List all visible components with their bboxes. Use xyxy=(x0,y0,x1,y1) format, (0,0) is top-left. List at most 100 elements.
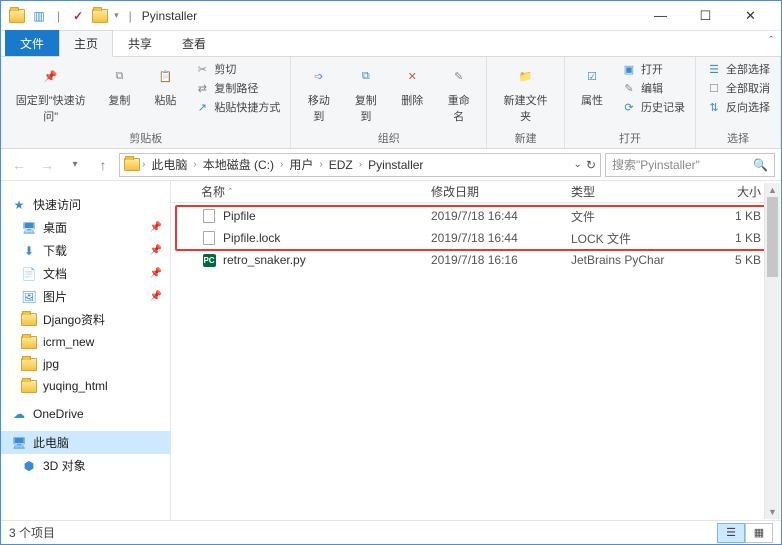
file-row[interactable]: PCretro_snaker.py 2019/7/18 16:16 JetBra… xyxy=(175,249,773,271)
view-toggles: ☰ ▦ xyxy=(717,523,773,543)
cut-button[interactable]: ✂剪切 xyxy=(190,60,284,78)
nav-3d-objects[interactable]: ⬢3D 对象 xyxy=(1,454,170,477)
address-bar[interactable]: › 此电脑› 本地磁盘 (C:)› 用户› EDZ› Pyinstaller ⌄… xyxy=(119,153,601,177)
navigation-pane[interactable]: ★快速访问 🖥桌面📌 ⬇下载📌 📄文档📌 🖼图片📌 Django资料 icrm_… xyxy=(1,181,171,520)
qat-folder-icon[interactable] xyxy=(92,8,108,24)
nav-folder[interactable]: yuqing_html xyxy=(1,375,170,397)
folder-icon xyxy=(9,8,25,24)
column-type[interactable]: 类型 xyxy=(571,183,701,200)
history-button[interactable]: ⟳历史记录 xyxy=(617,98,689,116)
vertical-scrollbar[interactable]: ▲ ▼ xyxy=(764,183,780,519)
ribbon-group-label: 选择 xyxy=(702,129,774,147)
select-none-button[interactable]: ☐全部取消 xyxy=(702,79,774,97)
tab-view[interactable]: 查看 xyxy=(167,30,221,56)
pin-icon: 📌 xyxy=(150,268,162,279)
ribbon-group-organize: ➩移动到 ⧉复制到 ✕删除 ✎重命名 组织 xyxy=(291,57,487,148)
tab-home[interactable]: 主页 xyxy=(59,30,113,57)
properties-button[interactable]: ☑属性 xyxy=(571,60,613,110)
rename-button[interactable]: ✎重命名 xyxy=(437,60,480,126)
ribbon-group-open: ☑属性 ▣打开 ✎编辑 ⟳历史记录 打开 xyxy=(565,57,696,148)
nav-folder[interactable]: icrm_new xyxy=(1,331,170,353)
column-headers[interactable]: 名称ˆ 修改日期 类型 大小 xyxy=(171,181,781,203)
folder-icon xyxy=(124,157,140,173)
nav-desktop[interactable]: 🖥桌面📌 xyxy=(1,216,170,239)
select-all-button[interactable]: ☰全部选择 xyxy=(702,60,774,78)
ribbon-group-label: 组织 xyxy=(297,129,480,147)
scrollbar-thumb[interactable] xyxy=(767,197,778,277)
breadcrumb[interactable]: 本地磁盘 (C:) xyxy=(199,156,278,173)
tab-file[interactable]: 文件 xyxy=(5,30,59,56)
explorer-body: ★快速访问 🖥桌面📌 ⬇下载📌 📄文档📌 🖼图片📌 Django资料 icrm_… xyxy=(1,181,781,520)
copy-to-button[interactable]: ⧉复制到 xyxy=(344,60,387,126)
tab-share[interactable]: 共享 xyxy=(113,30,167,56)
nav-forward-button[interactable]: → xyxy=(35,153,59,177)
nav-quick-access[interactable]: ★快速访问 xyxy=(1,193,170,216)
nav-recent-button[interactable]: ▾ xyxy=(63,153,87,177)
address-row: ← → ▾ ↑ › 此电脑› 本地磁盘 (C:)› 用户› EDZ› Pyins… xyxy=(1,149,781,181)
nav-onedrive[interactable]: ☁OneDrive xyxy=(1,403,170,425)
ribbon-group-new: 📁新建文件夹 新建 xyxy=(487,57,565,148)
status-bar: 3 个项目 ☰ ▦ xyxy=(1,520,781,544)
window-controls: — ☐ ✕ xyxy=(638,2,773,30)
nav-back-button[interactable]: ← xyxy=(7,153,31,177)
maximize-button[interactable]: ☐ xyxy=(683,2,728,30)
ribbon-group-label: 新建 xyxy=(493,129,558,147)
file-row[interactable]: Pipfile 2019/7/18 16:44 文件 1 KB xyxy=(175,205,773,227)
file-icon xyxy=(201,230,217,246)
column-name[interactable]: 名称ˆ xyxy=(201,183,431,200)
qat-properties-icon[interactable]: ▥ xyxy=(31,8,47,24)
scroll-up-icon[interactable]: ▲ xyxy=(765,183,780,197)
address-dropdown-icon[interactable]: ⌄ xyxy=(574,159,582,170)
ribbon-group-clipboard: 📌固定到"快速访问" ⧉复制 📋粘贴 ✂剪切 ⇄复制路径 ↗粘贴快捷方式 剪贴板 xyxy=(1,57,291,148)
paste-button[interactable]: 📋粘贴 xyxy=(144,60,186,110)
close-button[interactable]: ✕ xyxy=(728,2,773,30)
ribbon-group-select: ☰全部选择 ☐全部取消 ⇅反向选择 选择 xyxy=(696,57,781,148)
refresh-icon[interactable]: ↻ xyxy=(586,158,596,172)
nav-this-pc[interactable]: 🖥此电脑 xyxy=(1,431,170,454)
paste-shortcut-button[interactable]: ↗粘贴快捷方式 xyxy=(190,98,284,116)
breadcrumb[interactable]: 此电脑 xyxy=(147,156,191,173)
ribbon-group-label: 剪贴板 xyxy=(7,129,284,147)
open-button[interactable]: ▣打开 xyxy=(617,60,689,78)
sort-indicator-icon: ˆ xyxy=(229,187,232,197)
column-date[interactable]: 修改日期 xyxy=(431,183,571,200)
pin-icon: 📌 xyxy=(150,245,162,256)
scroll-down-icon[interactable]: ▼ xyxy=(765,505,780,519)
nav-pictures[interactable]: 🖼图片📌 xyxy=(1,285,170,308)
status-item-count: 3 个项目 xyxy=(9,524,55,541)
edit-button[interactable]: ✎编辑 xyxy=(617,79,689,97)
icons-view-button[interactable]: ▦ xyxy=(745,523,773,543)
pin-icon: 📌 xyxy=(150,291,162,302)
content-pane: 名称ˆ 修改日期 类型 大小 Pipfile 2019/7/18 16:44 文… xyxy=(171,181,781,520)
nav-up-button[interactable]: ↑ xyxy=(91,153,115,177)
nav-folder[interactable]: Django资料 xyxy=(1,308,170,331)
nav-documents[interactable]: 📄文档📌 xyxy=(1,262,170,285)
ribbon-group-label: 打开 xyxy=(571,129,689,147)
ribbon-tabs: 文件 主页 共享 查看 ˆ xyxy=(1,31,781,57)
ribbon-collapse-button[interactable]: ˆ xyxy=(769,35,773,47)
minimize-button[interactable]: — xyxy=(638,2,683,30)
file-icon xyxy=(201,208,217,224)
copy-path-button[interactable]: ⇄复制路径 xyxy=(190,79,284,97)
breadcrumb[interactable]: Pyinstaller xyxy=(364,158,427,172)
quick-access-toolbar: ▥ | ✓ ▾ | Pyinstaller xyxy=(9,8,197,24)
file-list[interactable]: Pipfile 2019/7/18 16:44 文件 1 KB Pipfile.… xyxy=(171,203,781,520)
search-icon[interactable]: 🔍 xyxy=(753,158,768,172)
new-folder-button[interactable]: 📁新建文件夹 xyxy=(493,60,558,126)
column-size[interactable]: 大小 xyxy=(701,183,761,200)
delete-button[interactable]: ✕删除 xyxy=(391,60,433,110)
pin-icon: 📌 xyxy=(150,222,162,233)
invert-selection-button[interactable]: ⇅反向选择 xyxy=(702,98,774,116)
search-input[interactable]: 搜索"Pyinstaller" 🔍 xyxy=(605,153,775,177)
breadcrumb[interactable]: 用户 xyxy=(285,156,317,173)
nav-folder[interactable]: jpg xyxy=(1,353,170,375)
qat-dropdown-icon[interactable]: ▾ xyxy=(114,10,119,21)
file-row[interactable]: Pipfile.lock 2019/7/18 16:44 LOCK 文件 1 K… xyxy=(175,227,773,249)
copy-button[interactable]: ⧉复制 xyxy=(98,60,140,110)
nav-downloads[interactable]: ⬇下载📌 xyxy=(1,239,170,262)
breadcrumb[interactable]: EDZ xyxy=(325,158,357,172)
move-to-button[interactable]: ➩移动到 xyxy=(297,60,340,126)
pin-to-quick-access-button[interactable]: 📌固定到"快速访问" xyxy=(7,60,94,126)
details-view-button[interactable]: ☰ xyxy=(717,523,745,543)
qat-check-icon[interactable]: ✓ xyxy=(70,8,86,24)
